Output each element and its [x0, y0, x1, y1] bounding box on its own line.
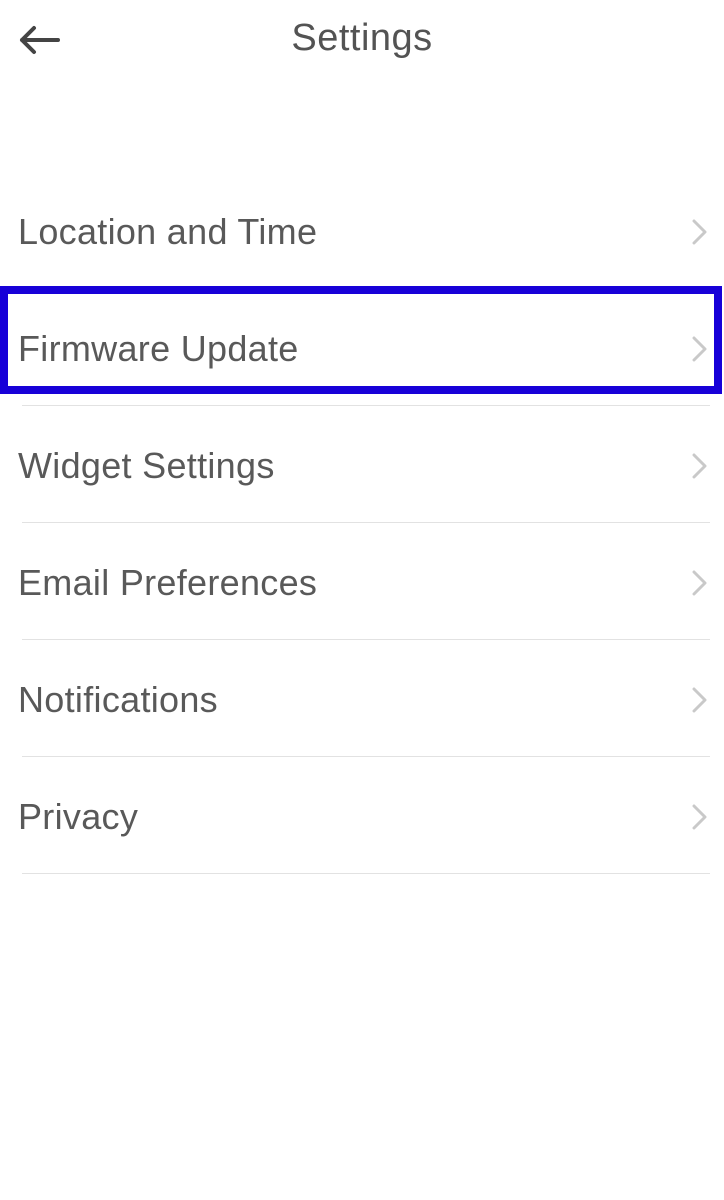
- page-title: Settings: [0, 17, 724, 60]
- chevron-right-icon: [688, 337, 712, 361]
- settings-item-privacy[interactable]: Privacy: [0, 761, 724, 873]
- settings-item-email-preferences[interactable]: Email Preferences: [0, 527, 724, 639]
- divider: [22, 873, 710, 874]
- settings-item-label: Privacy: [18, 796, 138, 838]
- settings-item-firmware-update[interactable]: Firmware Update: [0, 293, 724, 405]
- chevron-right-icon: [688, 454, 712, 478]
- settings-list: Location and Time Firmware Update Widget…: [0, 176, 724, 874]
- chevron-right-icon: [688, 220, 712, 244]
- settings-item-location-time[interactable]: Location and Time: [0, 176, 724, 288]
- settings-item-label: Firmware Update: [18, 328, 299, 370]
- chevron-right-icon: [688, 805, 712, 829]
- settings-item-label: Location and Time: [18, 211, 317, 253]
- settings-item-notifications[interactable]: Notifications: [0, 644, 724, 756]
- header: Settings: [0, 0, 724, 76]
- settings-item-widget-settings[interactable]: Widget Settings: [0, 410, 724, 522]
- settings-item-label: Widget Settings: [18, 445, 275, 487]
- chevron-right-icon: [688, 688, 712, 712]
- settings-item-label: Notifications: [18, 679, 218, 721]
- settings-item-label: Email Preferences: [18, 562, 317, 604]
- chevron-right-icon: [688, 571, 712, 595]
